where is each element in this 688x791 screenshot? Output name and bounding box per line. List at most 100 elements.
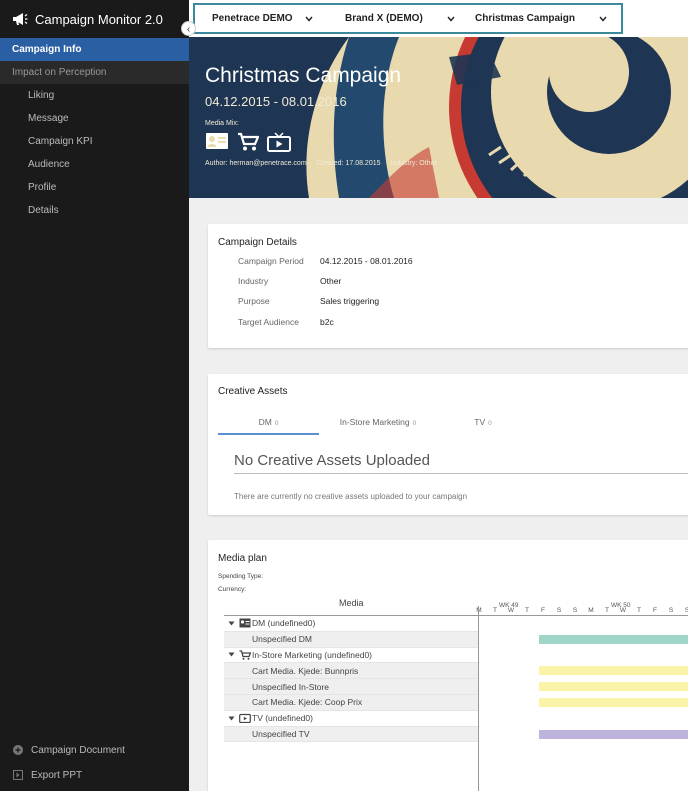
media-group-label: DM (undefined0) (252, 618, 316, 629)
media-group-label: In-Store Marketing (undefined0) (252, 649, 373, 660)
timeline-bar[interactable] (539, 666, 688, 676)
media-plan-rows: DM (undefined0) Unspecified DM In-Store … (224, 616, 478, 743)
timeline-bar[interactable] (539, 698, 688, 707)
brand-selector[interactable]: Brand X (DEMO) (345, 13, 455, 24)
day-label: F (541, 607, 545, 614)
campaign-selector[interactable]: Christmas Campaign (475, 13, 607, 24)
company-selector-label: Penetrace DEMO (212, 13, 293, 24)
campaign-document-button[interactable]: Campaign Document (0, 740, 189, 760)
campaign-dates: 04.12.2015 - 08.01.2016 (205, 94, 347, 109)
dm-icon (206, 133, 228, 149)
no-assets-message: There are currently no creative assets u… (234, 492, 468, 501)
media-row-label: Unspecified DM (252, 634, 312, 645)
day-label: S (668, 607, 674, 614)
timeline-bar[interactable] (539, 729, 688, 739)
cart-icon (238, 132, 259, 151)
brand-selector-label: Brand X (DEMO) (345, 13, 423, 24)
company-selector[interactable]: Penetrace DEMO (212, 13, 313, 24)
tab-in-store-label: In-Store Marketing (339, 417, 410, 427)
nav-details[interactable]: Details (0, 199, 189, 222)
nav-audience[interactable]: Audience (0, 153, 189, 176)
day-label: S (572, 607, 578, 614)
dm-icon (239, 618, 251, 628)
media-group-in-store[interactable]: In-Store Marketing (undefined0) (224, 648, 478, 664)
cart-icon (239, 650, 251, 660)
detail-row-target-audience: Target Audience b2c (238, 317, 334, 327)
detail-row-industry: Industry Other (238, 276, 341, 286)
detail-label: Industry (238, 276, 269, 286)
detail-row-purpose: Purpose Sales triggering (238, 296, 379, 306)
day-label: T (493, 607, 497, 614)
plus-circle-icon (13, 745, 23, 755)
detail-label: Campaign Period (238, 256, 304, 266)
day-label: M (588, 607, 594, 614)
tab-dm-label: DM (258, 417, 272, 427)
day-label: F (653, 607, 657, 614)
campaign-selector-label: Christmas Campaign (475, 13, 576, 24)
media-mix-label: Media Mix: (205, 120, 239, 127)
chevron-down-icon (305, 16, 313, 22)
day-label: S (556, 607, 562, 614)
divider (478, 606, 479, 791)
spending-type-label: Spending Type: (218, 573, 264, 580)
detail-label: Purpose (238, 296, 270, 306)
timeline-bar[interactable] (539, 682, 688, 692)
sidebar: Campaign Monitor 2.0 Campaign Info Impac… (0, 0, 189, 791)
day-label: W (507, 607, 515, 614)
campaign-created: Created: 17.08.2015 (316, 160, 381, 167)
media-row-label: Cart Media. Kjede: Coop Prix (252, 697, 363, 708)
day-label: T (525, 607, 529, 614)
campaign-hero: Christmas Campaign 04.12.2015 - 08.01.20… (189, 37, 688, 198)
tab-tv-count: 0 (488, 420, 492, 427)
nav-profile[interactable]: Profile (0, 176, 189, 199)
detail-label: Target Audience (238, 317, 299, 327)
tab-in-store-marketing[interactable]: In-Store Marketing 0 (323, 415, 433, 435)
caret-down-icon (228, 621, 235, 626)
hero-background-image (189, 37, 688, 198)
app-brand[interactable]: Campaign Monitor 2.0 (0, 0, 189, 38)
caret-down-icon (228, 652, 235, 657)
nav-message[interactable]: Message (0, 107, 189, 130)
export-icon (13, 770, 23, 780)
nav-campaign-info[interactable]: Campaign Info (0, 38, 189, 61)
nav-liking[interactable]: Liking (0, 84, 189, 107)
megaphone-icon (13, 13, 28, 25)
creative-assets-title: Creative Assets (218, 386, 288, 397)
campaign-meta: Author: herman@penetrace.com Created: 17… (205, 160, 437, 167)
tab-dm[interactable]: DM 0 (218, 415, 319, 435)
media-row-label: Unspecified TV (252, 728, 310, 739)
timeline-bar[interactable] (539, 634, 688, 644)
campaign-author: Author: herman@penetrace.com (205, 160, 307, 167)
creative-assets-card: Creative Assets DM 0 In-Store Marketing 0 … (208, 374, 688, 515)
tab-tv-label: TV (474, 417, 486, 427)
detail-row-period: Campaign Period 04.12.2015 - 08.01.2016 (238, 256, 413, 266)
app-title: Campaign Monitor 2.0 (35, 11, 163, 27)
detail-value: Sales triggering (320, 296, 380, 306)
nav-impact-on-perception[interactable]: Impact on Perception (0, 61, 189, 84)
campaign-title: Christmas Campaign (205, 64, 402, 87)
tv-icon (239, 714, 251, 724)
campaign-details-title: Campaign Details (218, 237, 297, 248)
tab-in-store-count: 0 (412, 420, 417, 427)
caret-down-icon (228, 716, 235, 721)
media-group-dm[interactable]: DM (undefined0) (224, 616, 478, 632)
media-row-coop-prix[interactable]: Cart Media. Kjede: Coop Prix (224, 694, 478, 711)
day-label: M (475, 607, 483, 614)
media-row-unspecified-dm[interactable]: Unspecified DM (224, 631, 478, 648)
nav-campaign-kpi[interactable]: Campaign KPI (0, 130, 189, 153)
media-row-unspecified-in-store[interactable]: Unspecified In-Store (224, 679, 478, 695)
media-group-tv[interactable]: TV (undefined0) (224, 711, 478, 727)
chevron-down-icon (599, 16, 607, 22)
tv-icon (267, 132, 291, 152)
media-row-bunnpris[interactable]: Cart Media. Kjede: Bunnpris (224, 663, 478, 680)
collapse-sidebar-button[interactable]: ‹ (181, 21, 196, 36)
media-row-unspecified-tv[interactable]: Unspecified TV (224, 726, 478, 743)
campaign-document-label: Campaign Document (31, 744, 125, 756)
export-ppt-button[interactable]: Export PPT (0, 765, 189, 785)
currency-label: Currency: (218, 586, 247, 593)
tab-tv[interactable]: TV 0 (448, 415, 518, 435)
detail-value: Other (320, 276, 342, 286)
no-assets-title: No Creative Assets Uploaded (234, 452, 430, 469)
media-mix-icons (205, 132, 291, 152)
tab-dm-count: 0 (274, 420, 279, 427)
